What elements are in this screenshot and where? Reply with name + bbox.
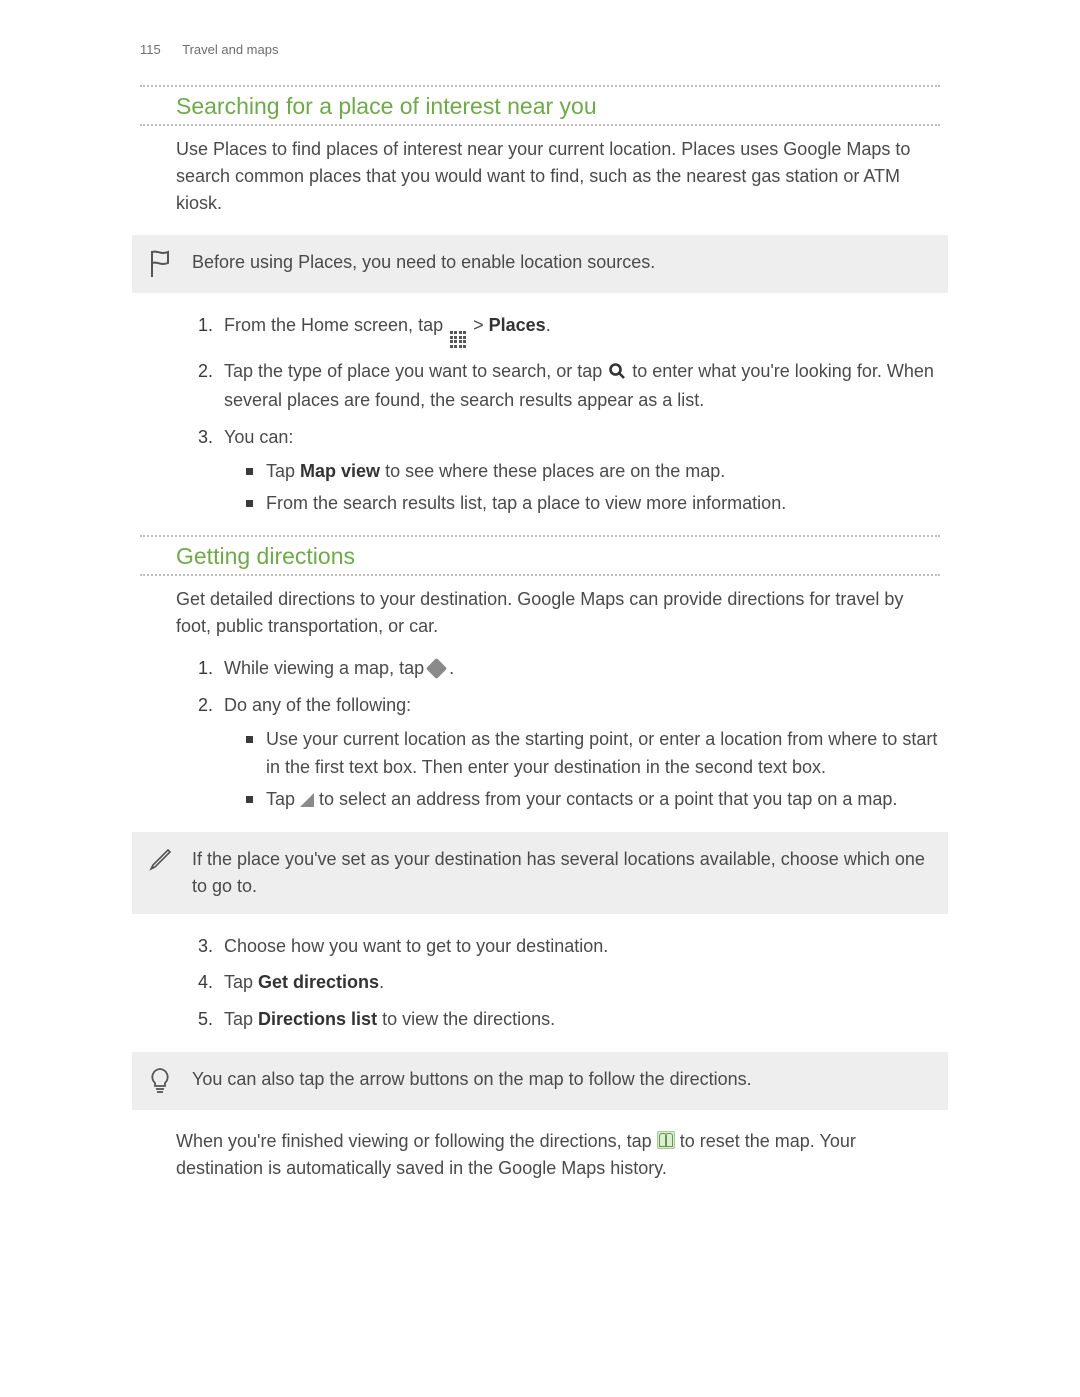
step-5: Tap Directions list to view the directio… (218, 1005, 940, 1034)
bold-directionslist: Directions list (258, 1009, 377, 1029)
divider (140, 85, 940, 87)
bold-mapview: Map view (300, 461, 380, 481)
step-text: You can: (224, 427, 293, 447)
step-2: Do any of the following: Use your curren… (218, 691, 940, 813)
apps-grid-icon (448, 329, 468, 349)
step-text: Do any of the following: (224, 695, 411, 715)
step-text: Tap (224, 972, 258, 992)
step-text: From the Home screen, tap (224, 315, 448, 335)
divider (140, 574, 940, 576)
bullet: Tap Map view to see where these places a… (246, 458, 940, 486)
callout-text: You can also tap the arrow buttons on th… (192, 1066, 752, 1093)
callout-tip-arrows: You can also tap the arrow buttons on th… (132, 1052, 948, 1110)
section1-steps: From the Home screen, tap > Places. Tap … (176, 311, 940, 517)
bullet-text: From the search results list, tap a plac… (266, 493, 786, 513)
divider (140, 124, 940, 126)
section2-intro: Get detailed directions to your destinat… (176, 586, 940, 640)
step-text: to view the directions. (377, 1009, 555, 1029)
bullet-text: to see where these places are on the map… (385, 461, 725, 481)
running-header: 115 Travel and maps (140, 42, 940, 57)
chapter-name: Travel and maps (182, 42, 278, 57)
search-icon (607, 361, 627, 381)
step-text: > (473, 315, 489, 335)
reset-map-icon (657, 1131, 675, 1149)
callout-enable-location: Before using Places, you need to enable … (132, 235, 948, 293)
bullet-text: Use your current location as the startin… (266, 729, 937, 777)
bold-getdirections: Get directions (258, 972, 379, 992)
bullet: Tap to select an address from your conta… (246, 786, 940, 814)
callout-text: Before using Places, you need to enable … (192, 249, 655, 276)
flag-icon (144, 249, 176, 279)
bullet-text: Tap (266, 461, 300, 481)
page-number: 115 (140, 42, 161, 57)
section2-steps-b: Choose how you want to get to your desti… (176, 932, 940, 1034)
step-1: While viewing a map, tap . (218, 654, 940, 683)
bullet: Use your current location as the startin… (246, 726, 940, 782)
contacts-triangle-icon (300, 793, 314, 807)
step-text: . (546, 315, 551, 335)
sub-list: Tap Map view to see where these places a… (224, 458, 940, 518)
bullet-text: to select an address from your contacts … (319, 789, 897, 809)
bullet: From the search results list, tap a plac… (246, 490, 940, 518)
closing-text: When you're finished viewing or followin… (176, 1131, 657, 1151)
callout-text: If the place you've set as your destinat… (192, 846, 930, 900)
divider (140, 535, 940, 537)
pencil-icon (144, 846, 176, 874)
step-text: Tap the type of place you want to search… (224, 361, 607, 381)
step-text: Choose how you want to get to your desti… (224, 936, 608, 956)
step-text: Tap (224, 1009, 258, 1029)
step-2: Tap the type of place you want to search… (218, 357, 940, 415)
sub-list: Use your current location as the startin… (224, 726, 940, 814)
step-text: . (449, 658, 454, 678)
section-title-directions: Getting directions (176, 543, 940, 570)
directions-diamond-icon (426, 658, 447, 679)
step-4: Tap Get directions. (218, 968, 940, 997)
step-3: Choose how you want to get to your desti… (218, 932, 940, 961)
step-text: While viewing a map, tap (224, 658, 429, 678)
section1-intro: Use Places to find places of interest ne… (176, 136, 940, 217)
bullet-text: Tap (266, 789, 300, 809)
closing-paragraph: When you're finished viewing or followin… (176, 1128, 940, 1182)
section2-steps-a: While viewing a map, tap . Do any of the… (176, 654, 940, 813)
page: 115 Travel and maps Searching for a plac… (0, 0, 1080, 1397)
step-3: You can: Tap Map view to see where these… (218, 423, 940, 518)
callout-choose-location: If the place you've set as your destinat… (132, 832, 948, 914)
lightbulb-icon (144, 1066, 176, 1096)
bold-places: Places (489, 315, 546, 335)
step-1: From the Home screen, tap > Places. (218, 311, 940, 349)
step-text: . (379, 972, 384, 992)
section-title-places: Searching for a place of interest near y… (176, 93, 940, 120)
